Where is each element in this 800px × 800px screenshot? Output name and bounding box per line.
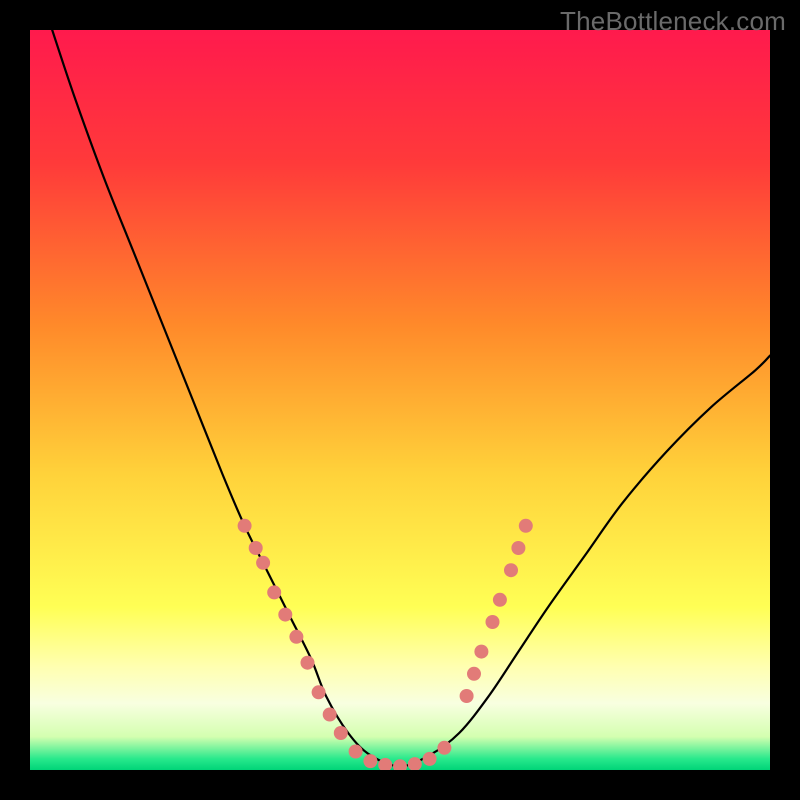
data-marker	[467, 667, 481, 681]
data-marker	[278, 608, 292, 622]
chart-frame: TheBottleneck.com	[0, 0, 800, 800]
data-marker	[486, 615, 500, 629]
data-marker	[334, 726, 348, 740]
bottleneck-curve	[52, 30, 770, 766]
data-marker	[363, 754, 377, 768]
data-marker	[408, 757, 422, 770]
data-marker	[256, 556, 270, 570]
data-marker	[238, 519, 252, 533]
data-marker	[474, 645, 488, 659]
data-marker	[460, 689, 474, 703]
data-marker	[519, 519, 533, 533]
watermark-text: TheBottleneck.com	[560, 6, 786, 37]
marker-group	[238, 519, 533, 770]
data-marker	[301, 656, 315, 670]
data-marker	[437, 741, 451, 755]
plot-area	[30, 30, 770, 770]
chart-svg	[30, 30, 770, 770]
data-marker	[289, 630, 303, 644]
data-marker	[249, 541, 263, 555]
data-marker	[312, 685, 326, 699]
data-marker	[423, 752, 437, 766]
data-marker	[504, 563, 518, 577]
data-marker	[393, 759, 407, 770]
data-marker	[267, 585, 281, 599]
data-marker	[493, 593, 507, 607]
data-marker	[511, 541, 525, 555]
data-marker	[349, 745, 363, 759]
data-marker	[323, 708, 337, 722]
